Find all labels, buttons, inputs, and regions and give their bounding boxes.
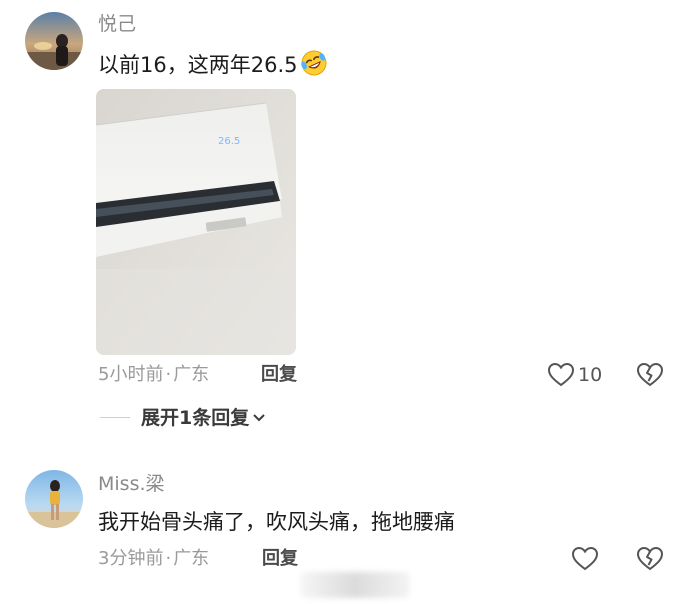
broken-heart-icon[interactable] — [636, 361, 664, 389]
comment-meta: 3分钟前 · 广东 — [98, 547, 209, 571]
blurred-watermark — [300, 572, 410, 598]
reply-button[interactable]: 回复 — [261, 363, 297, 387]
broken-heart-icon[interactable] — [636, 545, 664, 573]
comment-time: 3分钟前 — [98, 548, 164, 569]
avatar[interactable] — [25, 470, 83, 528]
comment-location: 广东 — [173, 548, 210, 569]
comment-text: 我开始骨头痛了，吹风头痛，拖地腰痛 — [98, 510, 455, 534]
comment-text-content: 以前16，这两年26.5 — [98, 53, 298, 77]
comment-username[interactable]: Miss.梁 — [98, 472, 165, 496]
heart-icon[interactable] — [547, 361, 575, 389]
rofl-face-icon — [299, 48, 329, 78]
comment-location: 广东 — [173, 364, 210, 385]
heart-icon[interactable] — [571, 545, 599, 573]
expand-divider — [100, 417, 130, 418]
comment-time: 5小时前 — [98, 364, 164, 385]
expand-replies-button[interactable]: 展开1条回复 — [141, 405, 266, 431]
expand-replies-label: 展开1条回复 — [141, 407, 250, 429]
like-count: 10 — [578, 364, 603, 386]
ac-display-reading: 26.5 — [218, 136, 240, 147]
comment-meta: 5小时前 · 广东 — [98, 363, 209, 387]
reply-button[interactable]: 回复 — [262, 547, 298, 571]
meta-separator: · — [165, 548, 172, 569]
meta-separator: · — [165, 364, 172, 385]
chevron-down-icon — [253, 414, 265, 422]
avatar[interactable] — [25, 12, 83, 70]
comment-username[interactable]: 悦己 — [98, 12, 136, 36]
comment-text: 以前16，这两年26.5 — [98, 48, 329, 80]
air-conditioner-photo[interactable]: 26.5 — [96, 89, 296, 355]
